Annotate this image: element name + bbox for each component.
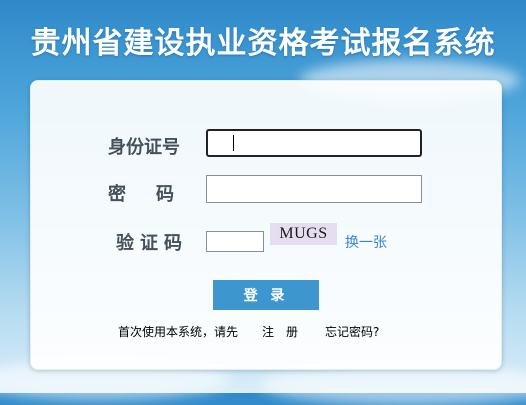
id-number-input[interactable] bbox=[206, 129, 422, 157]
captcha-image[interactable]: MUGS bbox=[270, 223, 337, 245]
password-label: 密 码 bbox=[108, 184, 180, 205]
id-number-label: 身份证号 bbox=[108, 137, 180, 158]
register-hint: 首次使用本系统，请先 bbox=[118, 325, 239, 339]
captcha-label: 验证码 bbox=[116, 233, 188, 254]
register-link[interactable]: 注 册 bbox=[262, 323, 298, 340]
captcha-input[interactable] bbox=[206, 231, 264, 252]
forgot-password-link[interactable]: 忘记密码? bbox=[325, 323, 379, 340]
text-caret bbox=[233, 135, 234, 151]
login-button[interactable]: 登 录 bbox=[213, 280, 319, 310]
refresh-captcha-link[interactable]: 换一张 bbox=[345, 232, 387, 252]
password-input[interactable] bbox=[206, 175, 422, 203]
page-title: 贵州省建设执业资格考试报名系统 bbox=[30, 26, 496, 61]
